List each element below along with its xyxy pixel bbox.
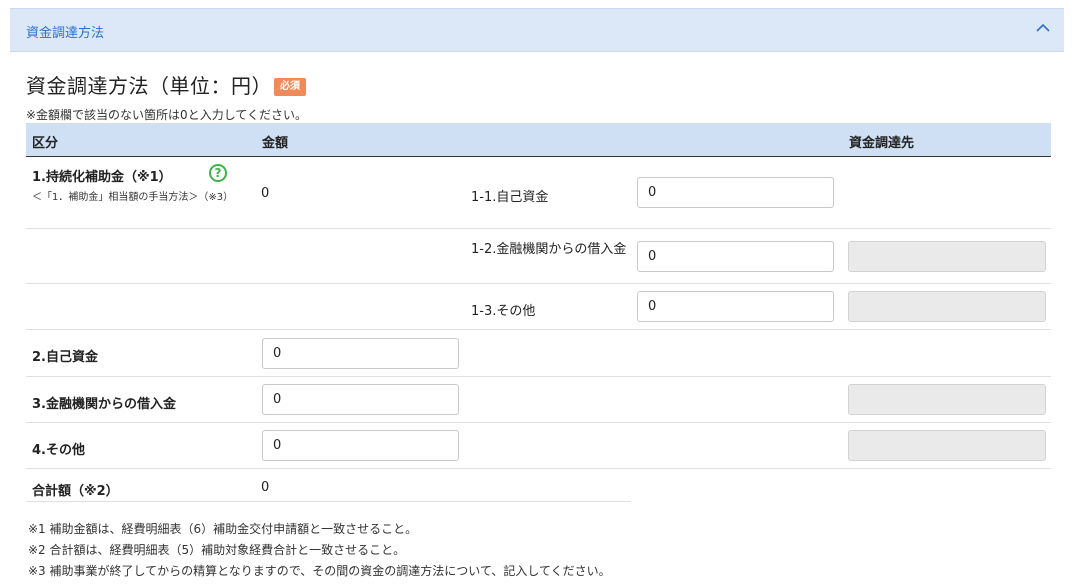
- row1-label: 1.持続化補助金（※1）: [32, 170, 172, 185]
- row4-input[interactable]: 0: [262, 430, 459, 461]
- subrow-1-2-input[interactable]: 0: [637, 241, 834, 272]
- row1-sublabel: ＜「1．補助金」相当額の手当方法＞（※3）: [32, 192, 234, 203]
- total-divider: [26, 501, 631, 502]
- header-source: 資金調達先: [849, 136, 915, 151]
- subrow-1-1-input[interactable]: 0: [637, 177, 834, 208]
- row-divider: [26, 228, 1051, 229]
- row4-source-field: [848, 430, 1046, 461]
- header-category: 区分: [32, 136, 59, 151]
- row3-input[interactable]: 0: [262, 384, 459, 415]
- footnote-1: ※1 補助金額は、経費明細表（6）補助金交付申請額と一致させること。: [28, 522, 418, 536]
- row4-label: 4.その他: [32, 443, 85, 458]
- panel-header[interactable]: 資金調達方法: [10, 8, 1064, 52]
- row-divider: [26, 329, 1051, 330]
- subrow-1-2-source-field: [848, 241, 1046, 272]
- required-badge: 必須: [274, 78, 306, 96]
- footnote-2: ※2 合計額は、経費明細表（5）補助対象経費合計と一致させること。: [28, 543, 406, 557]
- row3-source-field: [848, 384, 1046, 415]
- header-amount: 金額: [262, 136, 289, 151]
- table-header: 区分 金額 資金調達先: [26, 123, 1051, 157]
- total-label: 合計額（※2）: [32, 484, 119, 499]
- total-value: 0: [261, 480, 270, 495]
- panel-title: 資金調達方法: [26, 26, 105, 41]
- subrow-1-2-label: 1-2.金融機関からの借入金: [471, 242, 627, 257]
- row-divider: [26, 283, 1051, 284]
- row3-label: 3.金融機関からの借入金: [32, 397, 176, 412]
- row-divider: [26, 422, 1051, 423]
- chevron-up-icon[interactable]: [1030, 15, 1056, 41]
- row-divider: [26, 376, 1051, 377]
- subrow-1-1-label: 1-1.自己資金: [471, 190, 549, 205]
- subrow-1-3-input[interactable]: 0: [637, 291, 834, 322]
- help-icon[interactable]: ?: [209, 164, 227, 182]
- subrow-1-3-label: 1-3.その他: [471, 304, 536, 319]
- row-divider: [26, 468, 1051, 469]
- row2-input[interactable]: 0: [262, 338, 459, 369]
- subrow-1-3-source-field: [848, 291, 1046, 322]
- row1-amount: 0: [261, 186, 270, 201]
- footnote-3: ※3 補助事業が終了してからの精算となりますので、その間の資金の調達方法について…: [28, 564, 611, 578]
- instruction-note: ※金額欄で該当のない箇所は0と入力してください。: [26, 108, 307, 122]
- section-title: 資金調達方法（単位：円）: [26, 74, 272, 98]
- row2-label: 2.自己資金: [32, 350, 98, 365]
